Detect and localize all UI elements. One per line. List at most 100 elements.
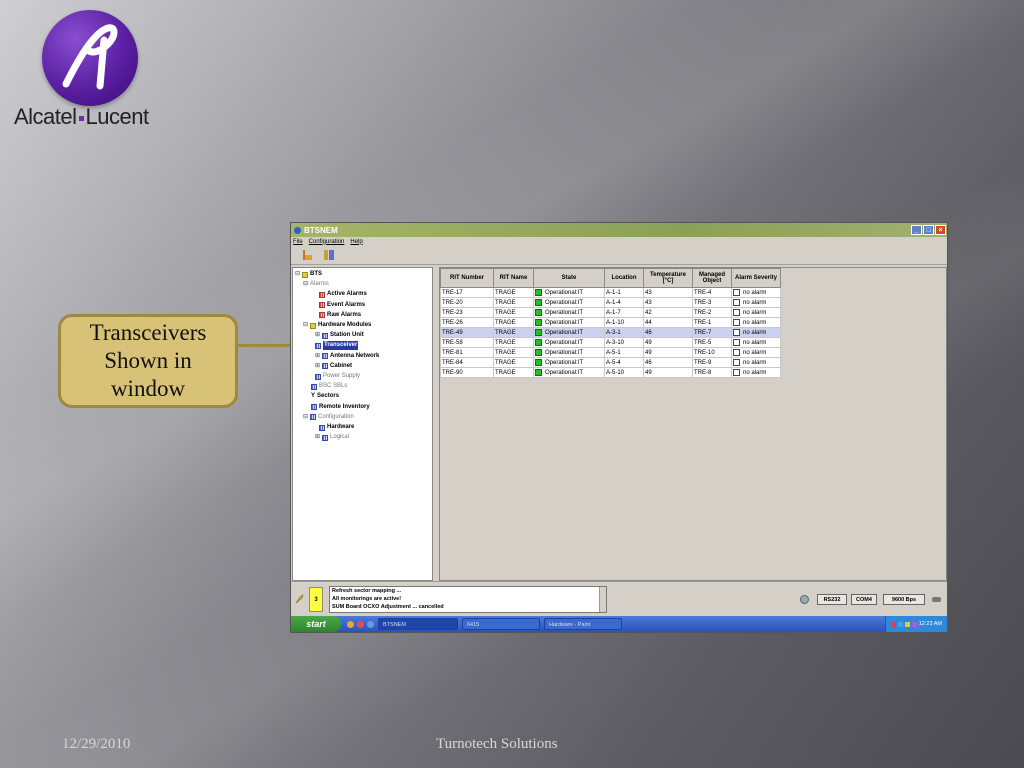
col-rit-name[interactable]: RIT Name — [493, 268, 534, 288]
minimize-button[interactable]: _ — [911, 225, 922, 235]
tray-icon[interactable] — [897, 621, 903, 627]
table-cell: TRE-90 — [440, 367, 494, 378]
col-managed-object[interactable]: Managed Object — [692, 268, 732, 288]
cell-text: no alarm — [743, 310, 767, 317]
col-location[interactable]: Location — [604, 268, 644, 288]
tray-icon[interactable] — [890, 621, 896, 627]
cell-text: A-5-1 — [606, 349, 621, 356]
cell-text: no alarm — [743, 330, 767, 337]
table-row[interactable]: TRE-49 TRAGE Operational:IT A-3-1 46 TRE-7 no … — [440, 327, 781, 338]
collapse-icon[interactable]: ⊟ — [295, 270, 300, 279]
table-row[interactable]: TRE-20 TRAGE Operational:IT A-1-4 43 TRE-3 no … — [440, 297, 781, 308]
cell-text: Operational:IT — [545, 340, 584, 347]
cell-text: 42 — [645, 309, 652, 316]
collapse-icon[interactable]: ⊟ — [303, 280, 308, 289]
hardware-tool-icon[interactable] — [323, 249, 335, 261]
col-temperature[interactable]: Temperature [°C] — [643, 268, 693, 288]
tree-item[interactable]: Hardware — [319, 423, 354, 432]
cell-text: no alarm — [743, 320, 767, 327]
menu-help[interactable]: Help — [350, 239, 362, 245]
table-cell: Operational:IT — [533, 357, 605, 368]
quick-launch-icon[interactable] — [347, 620, 354, 628]
table-cell: no alarm — [731, 307, 781, 318]
tree-item[interactable]: Raw Alarms — [319, 311, 361, 320]
tree-item-label: Alarms — [310, 281, 329, 288]
table-row[interactable]: TRE-23 TRAGE Operational:IT A-1-7 42 TRE-2 no … — [440, 307, 781, 318]
table-cell: TRAGE — [493, 327, 534, 338]
tree-item[interactable]: ⊟ Alarms — [303, 280, 329, 289]
tree-item[interactable]: ⊞ Cabinet — [315, 362, 352, 371]
table-cell: TRAGE — [493, 367, 534, 378]
tree-item[interactable]: Remote Inventory — [311, 403, 370, 412]
col-alarm-severity[interactable]: Alarm Severity — [731, 268, 781, 288]
maximize-button[interactable]: □ — [923, 225, 934, 235]
folder-icon — [302, 271, 309, 278]
alarm-count-badge[interactable]: 3 — [309, 587, 323, 612]
col-state[interactable]: State — [533, 268, 605, 288]
quick-launch-icon[interactable] — [367, 620, 374, 628]
close-button[interactable]: × — [935, 225, 946, 235]
brand-part2: Lucent — [85, 104, 150, 129]
cell-text: A-5-4 — [606, 359, 621, 366]
table-cell: A-1-1 — [604, 287, 644, 298]
tree-item[interactable]: ⊟ BTS — [295, 270, 322, 279]
quick-launch-icon[interactable] — [357, 620, 364, 628]
table-cell: TRE-26 — [440, 317, 494, 328]
expand-icon[interactable]: ⊞ — [315, 362, 320, 371]
callout-box: Transceivers Shown in window — [58, 314, 238, 408]
cell-text: 49 — [645, 369, 652, 376]
table-cell: TRE-20 — [440, 297, 494, 308]
bts-tool-icon[interactable] — [301, 249, 313, 261]
start-button[interactable]: start — [291, 616, 341, 632]
state-ok-icon — [535, 308, 542, 316]
callout-line2: Shown in — [104, 348, 192, 373]
tray-icon[interactable] — [911, 621, 917, 627]
alarm-checkbox-icon — [733, 358, 740, 366]
expand-icon[interactable]: ⊞ — [315, 433, 320, 442]
tree-item[interactable]: ⊞ Station Unit — [315, 331, 364, 340]
table-cell: TRE-17 — [440, 287, 494, 298]
splitter[interactable] — [434, 267, 438, 581]
table-cell: no alarm — [731, 317, 781, 328]
tree-item[interactable]: Event Alarms — [319, 301, 365, 310]
expand-icon[interactable]: ⊞ — [315, 331, 320, 340]
tree-item[interactable]: BSC SBLs — [311, 382, 347, 391]
table-row[interactable]: TRE-81 TRAGE Operational:IT A-5-1 49 TRE-10 no… — [440, 347, 781, 358]
callout-line1: Transceivers — [89, 320, 207, 345]
callout-line3: window — [110, 376, 186, 401]
antenna-icon: Y — [311, 393, 316, 400]
task-6415[interactable]: 6415 — [462, 618, 540, 630]
collapse-icon[interactable]: ⊟ — [303, 413, 308, 422]
tree-item[interactable]: Active Alarms — [319, 290, 367, 299]
tray-icon[interactable] — [904, 621, 910, 627]
table-row[interactable]: TRE-84 TRAGE Operational:IT A-5-4 46 TRE-9 no … — [440, 357, 781, 368]
tree-item[interactable]: Transceiver — [315, 341, 359, 351]
table-row[interactable]: TRE-17 TRAGE Operational:IT A-1-1 43 TRE-4 no … — [440, 287, 781, 298]
message-scrollbar[interactable] — [599, 587, 606, 612]
expand-icon[interactable]: ⊞ — [315, 352, 320, 361]
tree-item[interactable]: ⊞ Logical — [315, 433, 349, 442]
tree-item[interactable]: ⊞ Antenna Network — [315, 352, 379, 361]
tree-item[interactable]: ⊟ Hardware Modules — [303, 321, 371, 330]
menu-file[interactable]: File — [293, 239, 303, 245]
module-icon — [315, 342, 321, 349]
table-row[interactable]: TRE-90 TRAGE Operational:IT A-5-10 49 TRE-8 no… — [440, 367, 781, 378]
table-cell: 49 — [643, 347, 693, 358]
collapse-icon[interactable]: ⊟ — [303, 321, 308, 330]
cell-text: TRAGE — [495, 319, 516, 326]
table-row[interactable]: TRE-58 TRAGE Operational:IT A-3-10 49 TRE-5 no… — [440, 337, 781, 348]
tree-item[interactable]: Power Supply — [315, 372, 360, 381]
table-cell: TRE-1 — [692, 317, 732, 328]
table-cell: TRE-9 — [692, 357, 732, 368]
menu-configuration[interactable]: Configuration — [309, 239, 345, 245]
tree-item[interactable]: ⊟ Configuration — [303, 413, 354, 422]
table-cell: TRE-3 — [692, 297, 732, 308]
task-btsnem[interactable]: BTSNEM — [378, 618, 458, 630]
module-icon — [310, 414, 317, 421]
cell-text: TRE-90 — [442, 369, 463, 376]
col-rit-number[interactable]: RIT Number — [440, 268, 494, 288]
alarm-checkbox-icon — [733, 298, 740, 306]
table-row[interactable]: TRE-26 TRAGE Operational:IT A-1-10 44 TRE-1 no… — [440, 317, 781, 328]
task-paint[interactable]: Hardware - Paint — [544, 618, 622, 630]
tree-item[interactable]: Y Sectors — [311, 392, 339, 401]
